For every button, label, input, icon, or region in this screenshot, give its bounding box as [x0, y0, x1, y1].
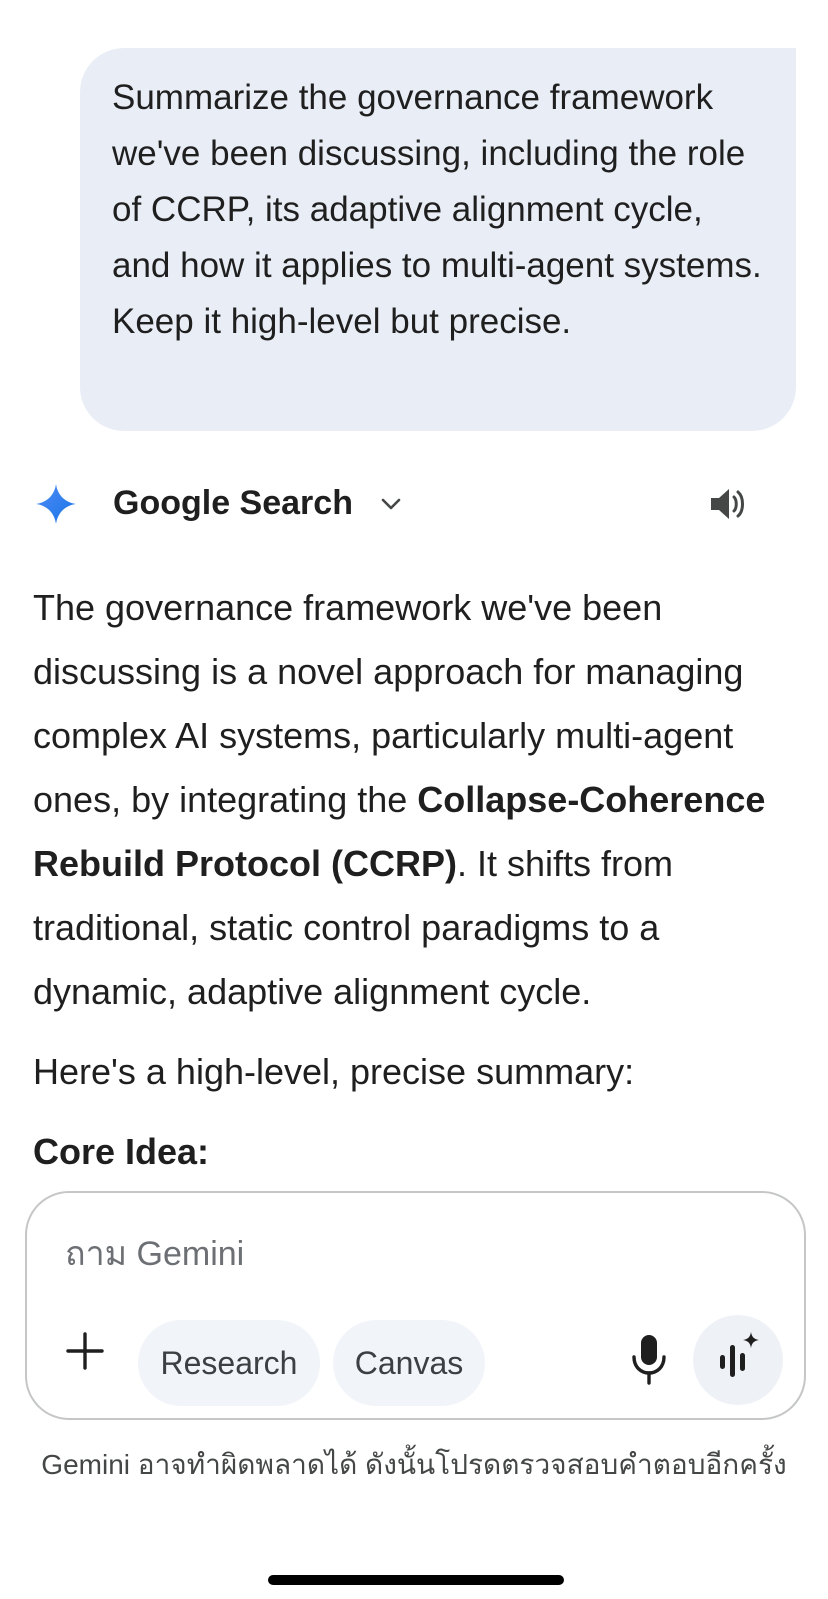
response-heading: Core Idea:	[33, 1131, 210, 1172]
research-chip[interactable]: Research	[138, 1320, 320, 1406]
prompt-input[interactable]	[65, 1229, 665, 1279]
live-audio-icon	[720, 1332, 759, 1377]
canvas-chip[interactable]: Canvas	[333, 1320, 485, 1406]
microphone-icon[interactable]	[627, 1331, 671, 1387]
live-button[interactable]	[693, 1315, 783, 1405]
user-prompt-bubble: Summarize the governance framework we've…	[80, 48, 796, 431]
chat-screen: Summarize the governance framework we've…	[0, 0, 828, 1599]
add-button[interactable]	[57, 1323, 113, 1379]
disclaimer-text: Gemini อาจทำผิดพลาดได้ ดังนั้นโปรดตรวจสอ…	[41, 1449, 787, 1480]
response-header: Google Search	[0, 470, 828, 536]
response-paragraph-2: Here's a high-level, precise summary:	[33, 1051, 635, 1092]
plus-icon	[66, 1332, 104, 1370]
tool-source-label[interactable]: Google Search	[113, 483, 353, 523]
prompt-composer: Research Canvas	[25, 1191, 806, 1420]
speaker-icon[interactable]	[706, 482, 750, 526]
home-indicator[interactable]	[268, 1575, 564, 1585]
response-paragraph-1: The governance framework we've been disc…	[33, 576, 813, 1024]
user-prompt-text: Summarize the governance framework we've…	[112, 78, 762, 341]
gemini-sparkle-icon	[36, 484, 76, 524]
chevron-down-icon[interactable]	[377, 490, 405, 518]
